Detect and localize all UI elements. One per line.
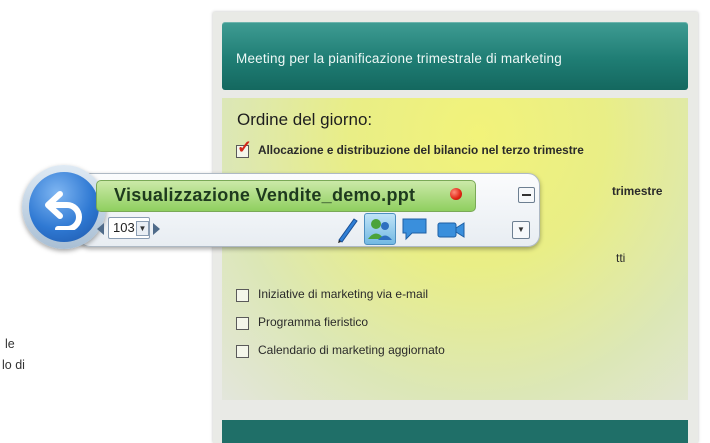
slide-header: Meeting per la pianificazione trimestral…: [222, 22, 688, 90]
toolbar-dropdown-button[interactable]: ▼: [512, 221, 530, 239]
agenda-item-label: Calendario di marketing aggiornato: [258, 343, 445, 357]
agenda-item-label: Iniziative di marketing via e-mail: [258, 287, 429, 301]
agenda-item-label: tti: [616, 251, 626, 265]
record-indicator-icon: [450, 188, 462, 200]
agenda-heading: Ordine del giorno:: [237, 110, 373, 129]
agenda-item-label: Allocazione e distribuzione del bilancio…: [258, 143, 584, 157]
slide-title: Meeting per la pianificazione trimestral…: [236, 51, 562, 66]
side-caption-line: lo di: [2, 358, 25, 372]
agenda-item-label: Programma fieristico: [258, 315, 369, 329]
previous-page-arrow-icon[interactable]: [97, 223, 104, 235]
checkbox: [236, 289, 249, 302]
page-number-field[interactable]: 103 ▼: [108, 217, 150, 239]
camera-icon[interactable]: [435, 215, 467, 243]
next-page-arrow-icon[interactable]: [153, 223, 160, 235]
checkbox: [236, 317, 249, 330]
minimize-button[interactable]: [518, 187, 535, 203]
file-title: Visualizzazione Vendite_demo.ppt: [114, 185, 416, 205]
side-caption: le lo di: [0, 334, 25, 376]
page-number: 103: [113, 220, 135, 235]
agenda-item-label: trimestre: [612, 184, 663, 198]
checkbox: [236, 345, 249, 358]
presentation-toolbar: Visualizzazione Vendite_demo.ppt 103 ▼ ▼: [22, 165, 540, 251]
back-arrow-icon: [29, 172, 99, 242]
slide-footer: [222, 420, 688, 443]
pen-icon[interactable]: [330, 215, 362, 243]
back-button[interactable]: [22, 165, 106, 249]
participants-icon[interactable]: [364, 213, 396, 245]
check-mark-icon: ✓: [237, 137, 253, 157]
chat-icon[interactable]: [400, 215, 432, 243]
page-dropdown-icon[interactable]: ▼: [136, 221, 149, 236]
file-title-bar: Visualizzazione Vendite_demo.ppt: [96, 180, 476, 212]
minus-icon: [522, 194, 531, 196]
side-caption-line: le: [5, 337, 15, 351]
